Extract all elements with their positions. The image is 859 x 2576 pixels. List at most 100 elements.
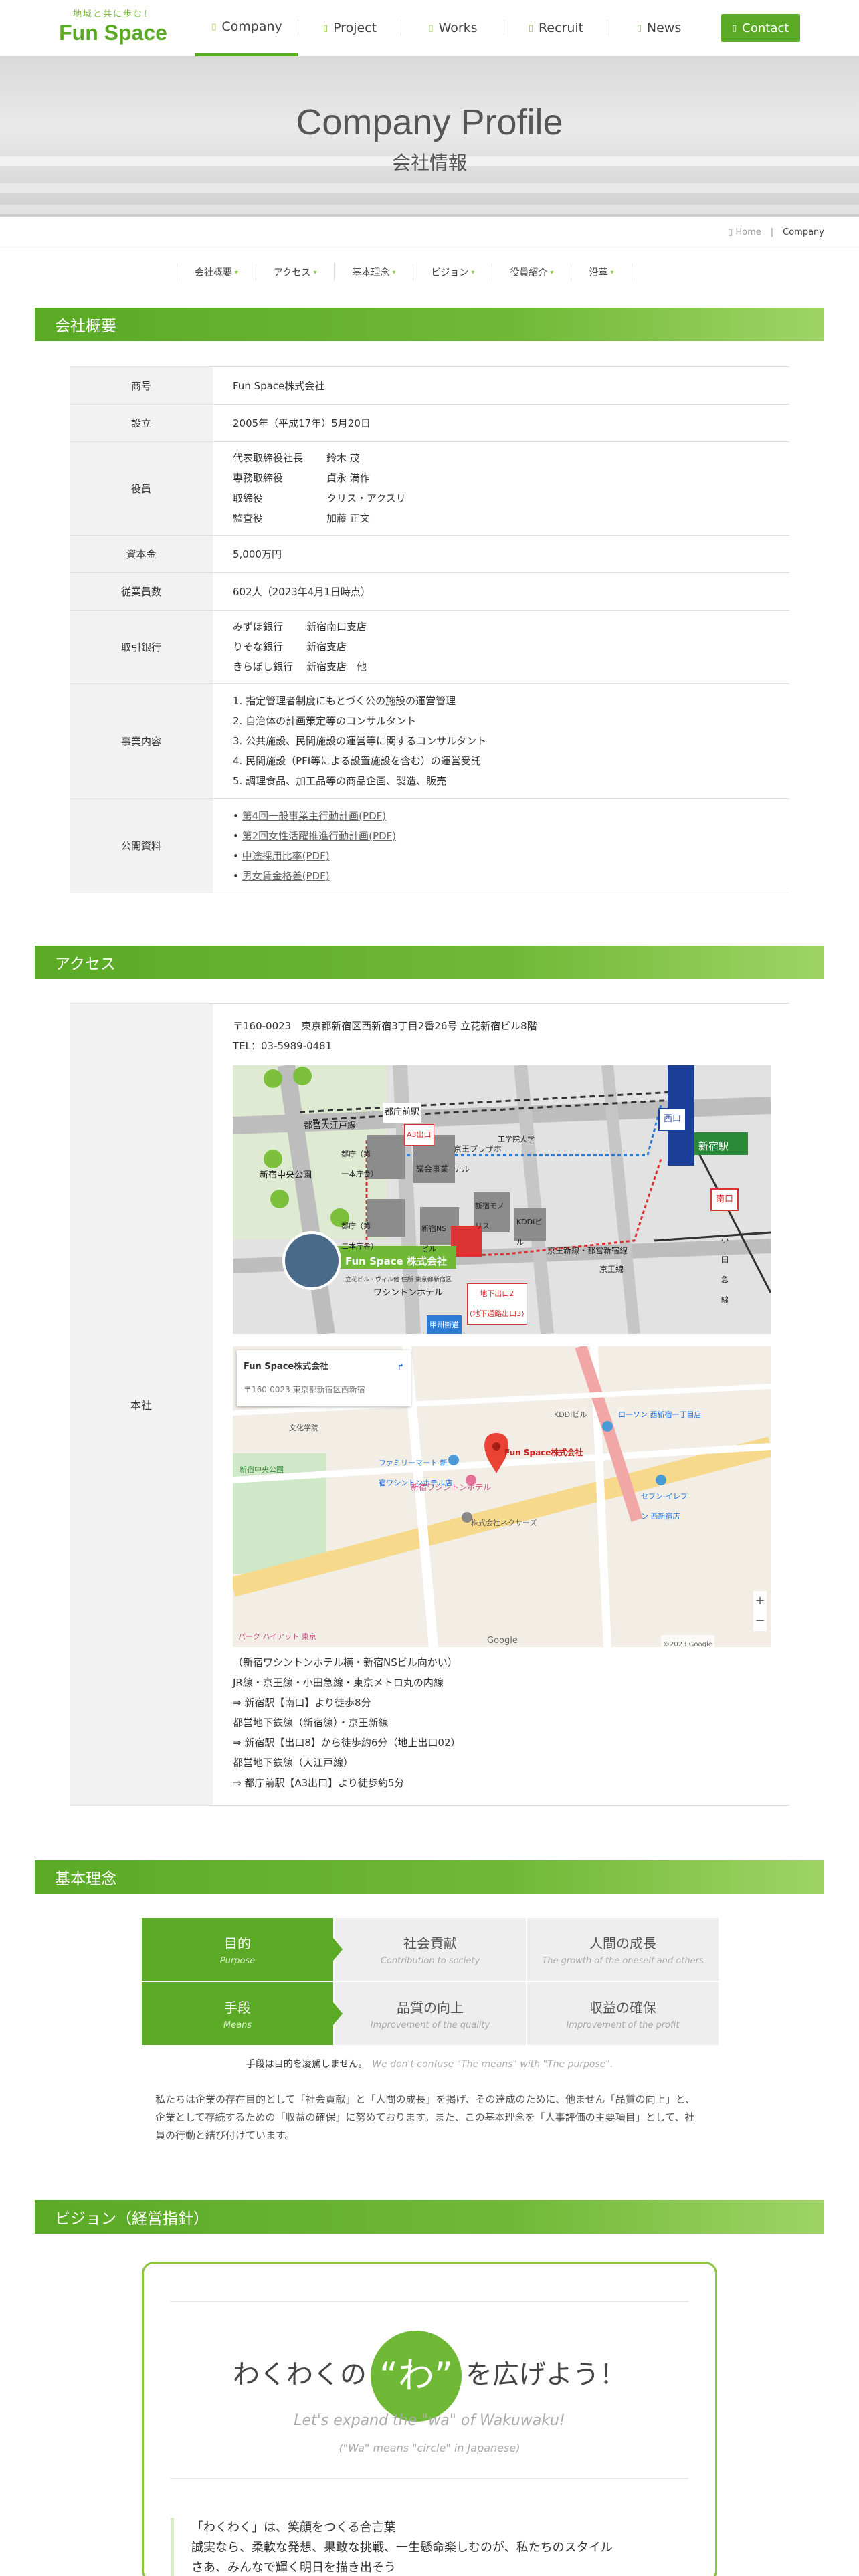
anchor-vision[interactable]: ビジョン ▾ xyxy=(413,263,492,281)
business-item: 5. 調理食品、加工品等の商品企画、製造、販売 xyxy=(233,775,447,787)
business-item: 4. 民間施設（PFI等による設置施設を含む）の運営受託 xyxy=(233,755,481,767)
access-content: 〒160-0023 東京都新宿区西新宿3丁目2番26号 立花新宿ビル8階 TEL… xyxy=(213,1004,789,1805)
row-label: 公開資料 xyxy=(70,799,213,893)
table-row: 公開資料 • 第4回一般事業主行動計画(PDF) • 第2回女性活躍推進行動計画… xyxy=(70,798,789,893)
nav-news[interactable]: ▯ News xyxy=(607,0,710,56)
map-label: 新宿中央公園 xyxy=(260,1170,312,1180)
direction-item: 都営地下鉄線（新宿線）・京王新線 xyxy=(233,1717,389,1729)
contact-label: Contact xyxy=(742,21,789,35)
nav-company[interactable]: ▯ Company xyxy=(195,0,298,56)
home-icon: ▯ xyxy=(728,227,736,237)
zoom-in-button[interactable]: + xyxy=(753,1591,767,1611)
page: 地域と共に歩む！ Fun Space ▯ Company ▯ Project ▯ Wo… xyxy=(0,0,859,2576)
chevron-down-icon: ▾ xyxy=(235,268,239,276)
anchor-philosophy[interactable]: 基本理念 ▾ xyxy=(334,263,413,281)
arrow-right-icon xyxy=(333,2002,343,2025)
philosophy-cell: 手段 Means xyxy=(142,1982,333,2045)
vision-card: わくわくの “わ” を広げよう！ Let's expand the "wa" of … xyxy=(142,2262,717,2576)
gmap-poi-label: ローソン 西新宿一丁目店 xyxy=(618,1410,702,1419)
chevron-down-icon: ▾ xyxy=(392,268,396,276)
vision-quote: 「わくわく」は、笑顔をつくる合言葉 誠実なら、柔軟な発想、果敢な挑戦、一生懸命楽… xyxy=(171,2518,688,2576)
nav-label: Recruit xyxy=(539,21,584,35)
anchor-officers[interactable]: 役員紹介 ▾ xyxy=(492,263,571,281)
direction-item: （新宿ワシントンホテル横・新宿NSビル向かい） xyxy=(233,1656,458,1669)
nav-recruit[interactable]: ▯ Recruit xyxy=(504,0,607,56)
map-exit-label: 地下出口2 (地下通路出口3) xyxy=(467,1283,527,1325)
business-item: 3. 公共施設、民間施設の運営等に関するコンサルタント xyxy=(233,735,487,747)
map-label: 新宿モノリス xyxy=(475,1202,504,1230)
row-label: 取引銀行 xyxy=(70,611,213,683)
vision-wa-circle: “わ” xyxy=(371,2331,462,2422)
table-row: 商号 Fun Space株式会社 xyxy=(70,366,789,404)
gmap-poi-label: 新宿中央公園 xyxy=(240,1465,284,1474)
banks-list: みずほ銀行 新宿南口支店 りそな銀行 新宿支店 きらぼし銀行 新宿支店 他 xyxy=(213,611,789,683)
business-item: 1. 指定管理者制度にもとづく公の施設の運営管理 xyxy=(233,695,456,707)
directions-icon[interactable]: ↱ xyxy=(397,1357,404,1377)
chevron-down-icon: ▾ xyxy=(313,268,317,276)
directions-list: （新宿ワシントンホテル横・新宿NSビル向かい） JR線・京王線・小田急線・東京メ… xyxy=(233,1652,789,1793)
doc-item: • 男女賃金格差(PDF) xyxy=(233,870,330,882)
breadcrumb-separator: | xyxy=(770,227,774,237)
breadcrumb: ▯ Home | Company xyxy=(728,227,824,237)
gmap-info-card: Fun Space株式会社 〒160-0023 東京都新宿区西新宿 ↱ xyxy=(237,1350,411,1406)
row-label: 本社 xyxy=(70,1004,213,1805)
row-value: Fun Space株式会社 xyxy=(233,379,325,392)
map-company-label: Fun Space 株式会社 xyxy=(345,1255,448,1267)
map-label: 西口 xyxy=(658,1108,687,1131)
bank-item: みずほ銀行 新宿南口支店 xyxy=(233,621,367,633)
map-label: 工学院大学 xyxy=(498,1135,535,1144)
main-nav: ▯ Company ▯ Project ▯ Works ▯ Recruit ▯ News xyxy=(195,0,710,56)
philosophy-cell: 収益の確保 Improvement of the profit xyxy=(527,1982,719,2045)
location-pin-dot xyxy=(492,1442,500,1451)
contact-button[interactable]: ▯ Contact xyxy=(721,14,800,42)
zoom-out-button[interactable]: − xyxy=(753,1611,767,1631)
row-value: 602人（2023年4月1日時点） xyxy=(233,585,371,598)
anchor-overview[interactable]: 会社概要 ▾ xyxy=(177,263,256,281)
nav-label: Company xyxy=(221,19,282,34)
nav-label: Project xyxy=(333,21,377,35)
hero-desk-stripe xyxy=(0,205,859,214)
google-map[interactable]: Fun Space株式会社 〒160-0023 東京都新宿区西新宿 ↱ Fun … xyxy=(233,1346,771,1647)
hero-banner: Company Profile 会社情報 xyxy=(0,56,859,217)
map-label: 新宿駅 xyxy=(698,1140,729,1152)
philosophy-cell: 品質の向上 Improvement of the quality xyxy=(335,1982,526,2045)
nav-label: News xyxy=(646,21,682,35)
section-heading-vision: ビジョン（経営指針） xyxy=(35,2200,824,2234)
philosophy-text: 私たちは企業の存在目的として「社会貢献」と「人間の成長」を掲げ、その達成のために… xyxy=(155,2093,696,2141)
nav-works[interactable]: ▯ Works xyxy=(401,0,504,56)
docs-list: • 第4回一般事業主行動計画(PDF) • 第2回女性活躍推進行動計画(PDF)… xyxy=(213,799,789,893)
google-logo: Google xyxy=(487,1636,518,1646)
map-label: ワシントンホテル xyxy=(373,1288,444,1298)
doc-link[interactable]: 第4回一般事業主行動計画(PDF) xyxy=(242,810,386,822)
chevron-down-icon: ▾ xyxy=(610,268,614,276)
table-row: 事業内容 1. 指定管理者制度にもとづく公の施設の運営管理 2. 自治体の計画策… xyxy=(70,683,789,798)
gmap-card-title: Fun Space株式会社 xyxy=(244,1362,329,1372)
anchor-access[interactable]: アクセス ▾ xyxy=(256,263,334,281)
table-row: 取引銀行 みずほ銀行 新宿南口支店 りそな銀行 新宿支店 きらぼし銀行 新宿支店 他 xyxy=(70,610,789,683)
telephone: TEL：03-5989-0481 xyxy=(233,1040,332,1052)
doc-item: • 第2回女性活躍推進行動計画(PDF) xyxy=(233,830,397,842)
table-row: 役員 代表取締役社長 鈴木 茂 専務取締役 貞永 満作 取締役 クリス・アクスリ 監査… xyxy=(70,441,789,535)
shop-icon xyxy=(656,1475,666,1485)
anchor-nav: 会社概要 ▾ アクセス ▾ 基本理念 ▾ ビジョン ▾ 役員紹介 ▾ 沿革 ▾ xyxy=(177,263,632,281)
section-heading-philosophy: 基本理念 xyxy=(35,1860,824,1894)
map-label: 南口 xyxy=(710,1188,739,1211)
row-value: 5,000万円 xyxy=(233,548,282,560)
gmap-poi-label: セブン-イレブン 西新宿店 xyxy=(641,1492,688,1521)
doc-link[interactable]: 中途採用比率(PDF) xyxy=(242,850,330,862)
direction-item: JR線・京王線・小田急線・東京メトロ丸の内線 xyxy=(233,1677,444,1689)
doc-link[interactable]: 第2回女性活躍推進行動計画(PDF) xyxy=(242,830,396,842)
nav-bullet-icon: ▯ xyxy=(322,23,328,33)
philosophy-note: 手段は目的を凌駕しません。 We don't confuse "The mean… xyxy=(246,2059,613,2070)
row-label: 資本金 xyxy=(70,536,213,572)
breadcrumb-home[interactable]: ▯ Home xyxy=(728,227,761,237)
site-header: 地域と共に歩む！ Fun Space ▯ Company ▯ Project ▯ Wo… xyxy=(0,0,859,56)
doc-link[interactable]: 男女賃金格差(PDF) xyxy=(242,870,330,882)
nav-project[interactable]: ▯ Project xyxy=(298,0,401,56)
map-label: A3出口 xyxy=(404,1124,434,1146)
illustrated-map: 都営大江戸線 都庁前駅 A3出口 新宿中央公園 都庁（第一本庁舎） 議会事業 京… xyxy=(233,1065,771,1334)
arrow-right-icon xyxy=(333,1938,343,1961)
anchor-history[interactable]: 沿革 ▾ xyxy=(571,263,632,281)
site-logo[interactable]: 地域と共に歩む！ Fun Space xyxy=(50,7,177,47)
officers-list: 代表取締役社長 鈴木 茂 専務取締役 貞永 満作 取締役 クリス・アクスリ 監査役 加藤… xyxy=(213,442,789,535)
